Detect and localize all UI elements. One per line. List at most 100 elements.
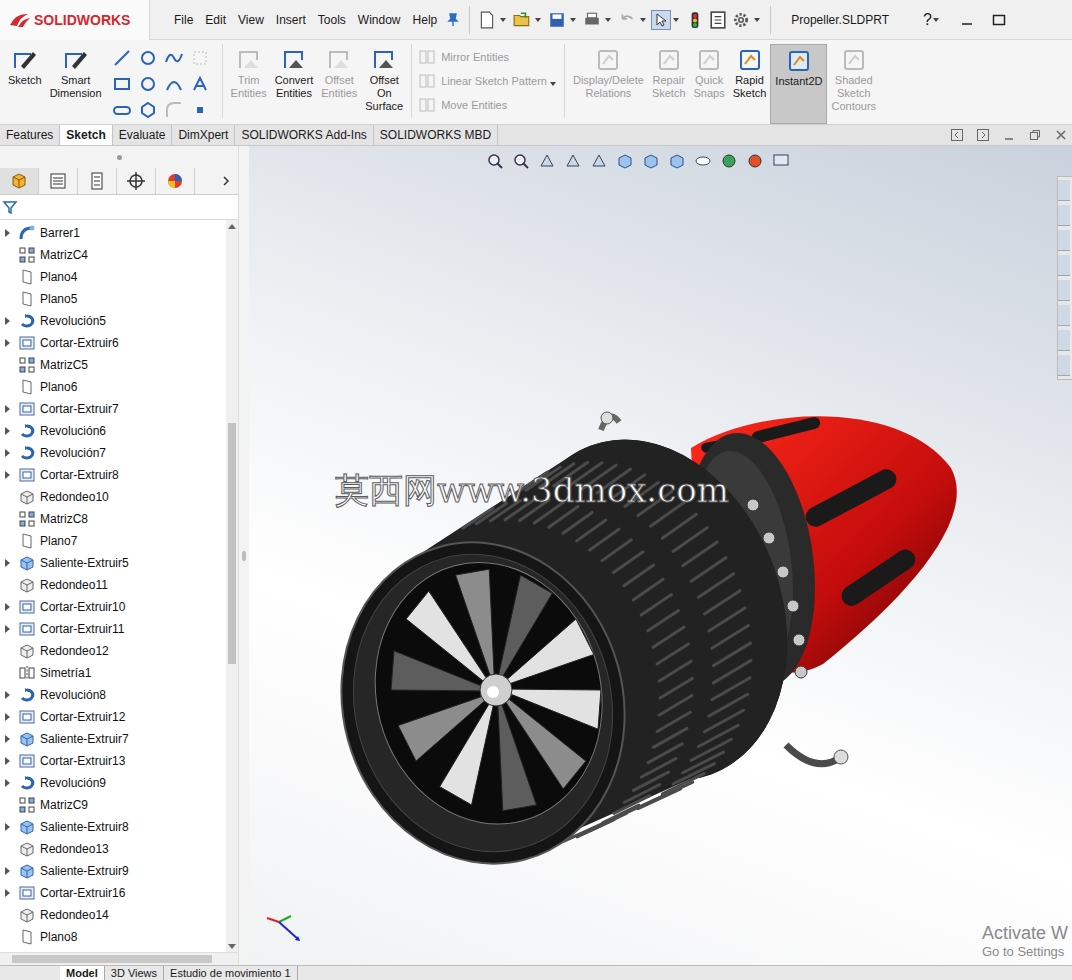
menu-item[interactable]: File: [168, 13, 199, 27]
scrollbar-track[interactable]: [226, 232, 238, 940]
tree-item[interactable]: Plano4: [0, 266, 226, 288]
sketch-entity-icon[interactable]: [164, 74, 184, 94]
task-pane-icon[interactable]: [1058, 280, 1070, 301]
view-tool-icon[interactable]: [642, 152, 660, 170]
tile-right-icon[interactable]: [976, 128, 990, 142]
tree-item[interactable]: Plano6: [0, 376, 226, 398]
expand-arrow-icon[interactable]: [5, 471, 10, 479]
options-gear-icon[interactable]: [732, 11, 750, 29]
ribbon-button[interactable]: Convert Entities: [271, 44, 318, 124]
ribbon-small-button[interactable]: Move Entities: [418, 96, 547, 114]
panel-handle[interactable]: [0, 146, 238, 168]
task-pane-icon[interactable]: [1058, 180, 1070, 201]
logo[interactable]: SOLIDWORKS: [0, 0, 150, 40]
ribbon-button[interactable]: Instant2D: [770, 44, 827, 124]
expander[interactable]: [0, 229, 14, 237]
ribbon-small-button[interactable]: Linear Sketch Pattern: [418, 72, 547, 90]
expand-arrow-icon[interactable]: [5, 339, 10, 347]
sketch-entity-icon[interactable]: [138, 74, 158, 94]
tree-item[interactable]: Plano8: [0, 926, 226, 948]
command-tab[interactable]: DimXpert: [172, 125, 235, 145]
tree-item[interactable]: Simetría1: [0, 662, 226, 684]
task-pane-icon[interactable]: [1058, 305, 1070, 326]
task-pane-icon[interactable]: [1058, 330, 1070, 351]
menu-item[interactable]: Help: [407, 13, 444, 27]
expand-arrow-icon[interactable]: [5, 757, 10, 765]
expander[interactable]: [0, 603, 14, 611]
tree-item[interactable]: Cortar-Extruir12: [0, 706, 226, 728]
expander[interactable]: [0, 449, 14, 457]
dropdown-caret[interactable]: [550, 82, 556, 86]
menu-item[interactable]: Tools: [312, 13, 352, 27]
chevron-right-icon[interactable]: [220, 175, 232, 187]
expand-arrow-icon[interactable]: [5, 229, 10, 237]
command-tab[interactable]: Sketch: [60, 125, 112, 145]
view-tool-icon[interactable]: [512, 152, 530, 170]
expander[interactable]: [0, 735, 14, 743]
tree-item[interactable]: Redondeo11: [0, 574, 226, 596]
expand-arrow-icon[interactable]: [5, 449, 10, 457]
menu-item[interactable]: Edit: [199, 13, 232, 27]
expand-arrow-icon[interactable]: [5, 823, 10, 831]
tree-item[interactable]: Redondeo12: [0, 640, 226, 662]
task-pane-icon[interactable]: [1058, 355, 1070, 376]
menu-item[interactable]: View: [232, 13, 270, 27]
expander[interactable]: [0, 471, 14, 479]
tree-filter[interactable]: [0, 195, 238, 220]
dropdown-caret[interactable]: [640, 18, 646, 22]
expander[interactable]: [0, 867, 14, 875]
tree-item[interactable]: Cortar-Extruir16: [0, 882, 226, 904]
expand-arrow-icon[interactable]: [5, 691, 10, 699]
tree-item[interactable]: Revolución8: [0, 684, 226, 706]
ribbon-button[interactable]: Display/Delete Relations: [569, 44, 648, 124]
sketch-entity-icon[interactable]: [112, 48, 132, 68]
doc-close-icon[interactable]: [1054, 128, 1068, 142]
expander[interactable]: [0, 559, 14, 567]
expander[interactable]: [0, 757, 14, 765]
minimize-icon[interactable]: [959, 12, 975, 28]
bottom-tab[interactable]: Estudio de movimiento 1: [164, 966, 297, 980]
expander[interactable]: [0, 823, 14, 831]
command-tab[interactable]: Evaluate: [113, 125, 173, 145]
graphics-area[interactable]: 莫西网www.3dmox.comActivate WGo to Settings: [249, 146, 1072, 965]
dropdown-caret[interactable]: [535, 18, 541, 22]
tree-item[interactable]: Cortar-Extruir8: [0, 464, 226, 486]
expander[interactable]: [0, 339, 14, 347]
view-tool-icon[interactable]: [720, 152, 738, 170]
command-tab[interactable]: Features: [0, 125, 60, 145]
tree-item[interactable]: Revolución5: [0, 310, 226, 332]
tree-item[interactable]: Saliente-Extruir9: [0, 860, 226, 882]
task-pane-icon[interactable]: [1058, 205, 1070, 226]
command-tab[interactable]: SOLIDWORKS MBD: [374, 125, 498, 145]
expander[interactable]: [0, 889, 14, 897]
view-tool-icon[interactable]: [564, 152, 582, 170]
tree-item[interactable]: Redondeo10: [0, 486, 226, 508]
file-properties-icon[interactable]: [709, 11, 727, 29]
task-pane-icon[interactable]: [1058, 255, 1070, 276]
view-tool-icon[interactable]: [486, 152, 504, 170]
undo-icon[interactable]: [618, 11, 636, 29]
propeller-model[interactable]: [249, 146, 1072, 965]
sketch-entity-icon[interactable]: [138, 100, 158, 120]
sketch-entity-icon[interactable]: [112, 74, 132, 94]
ribbon-button[interactable]: Rapid Sketch: [729, 44, 771, 124]
expand-arrow-icon[interactable]: [5, 427, 10, 435]
expander[interactable]: [0, 713, 14, 721]
expander[interactable]: [0, 625, 14, 633]
tree-item[interactable]: Cortar-Extruir13: [0, 750, 226, 772]
dropdown-caret[interactable]: [500, 18, 506, 22]
expand-arrow-icon[interactable]: [5, 405, 10, 413]
panel-splitter[interactable]: [238, 146, 249, 965]
tree-item[interactable]: MatrizC4: [0, 244, 226, 266]
tree-item[interactable]: Barrer1: [0, 222, 226, 244]
bottom-tab[interactable]: 3D Views: [105, 966, 164, 980]
scrollbar-thumb[interactable]: [228, 423, 236, 664]
task-pane-icon[interactable]: [1058, 230, 1070, 251]
sketch-entity-icon[interactable]: [138, 48, 158, 68]
view-tool-icon[interactable]: [616, 152, 634, 170]
tree-item[interactable]: Redondeo13: [0, 838, 226, 860]
sketch-entity-icon[interactable]: [164, 48, 184, 68]
ribbon-small-button[interactable]: Mirror Entities: [418, 48, 547, 66]
scrollbar-thumb[interactable]: [12, 955, 212, 963]
property-manager-tab[interactable]: [39, 168, 78, 194]
